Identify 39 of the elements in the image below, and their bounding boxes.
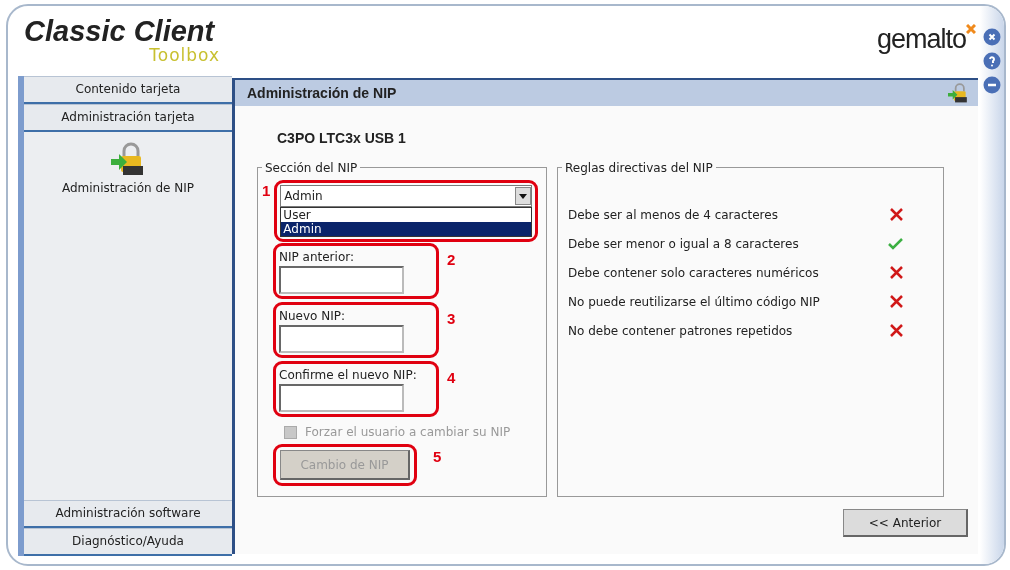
dropdown-option[interactable]: User	[281, 208, 532, 222]
field-label: Nuevo NIP:	[279, 308, 347, 325]
pin-input[interactable]	[279, 384, 404, 412]
device-name: C3PO LTC3x USB 1	[277, 129, 407, 148]
lock-icon	[948, 83, 968, 103]
rule-text: No puede reutilizarse el último código NIP	[568, 293, 820, 311]
annotation-number: 3	[447, 309, 456, 329]
checkbox-label: Forzar el usuario a cambiar su NIP	[305, 424, 511, 441]
annotation-number: 4	[447, 368, 456, 388]
sidebar-item[interactable]: Diagnóstico/Ayuda	[24, 528, 232, 556]
rule-text: No debe contener patrones repetidos	[568, 322, 793, 340]
minimize-icon[interactable]	[983, 76, 1001, 94]
field-label: NIP anterior:	[279, 249, 355, 266]
back-button[interactable]: << Anterior	[843, 509, 968, 537]
logo-title: Classic Client	[23, 16, 216, 46]
rule-text: Debe contener solo caracteres numéricos	[568, 264, 819, 282]
annotation-number: 2	[447, 250, 456, 270]
field-label: Confirme el nuevo NIP:	[279, 367, 418, 384]
brand-name: gemalto	[876, 24, 966, 54]
annotation-number: 5	[433, 447, 442, 467]
caret-icon	[515, 187, 532, 205]
sidebar-item[interactable]: Administración tarjeta	[24, 104, 232, 132]
pin-input[interactable]	[279, 266, 404, 294]
help-icon[interactable]	[983, 52, 1001, 70]
rule-text: Debe ser al menos de 4 caracteres	[568, 206, 778, 224]
pin-input[interactable]	[279, 325, 404, 353]
panel-title: Administración de NIP	[247, 83, 397, 103]
sidebar-item[interactable]: Administración software	[24, 500, 232, 528]
sidebar-item[interactable]: Contenido tarjeta	[24, 76, 232, 104]
role-dropdown[interactable]: Admin	[280, 185, 533, 207]
dropdown-value: Admin	[284, 188, 323, 205]
section-legend: Reglas directivas del NIP	[562, 159, 716, 177]
rule-text: Debe ser menor o igual a 8 caracteres	[568, 235, 799, 253]
close-icon[interactable]	[983, 28, 1001, 46]
dropdown-option[interactable]: Admin	[281, 222, 532, 236]
annotation-number: 1	[262, 181, 271, 201]
lock-icon	[111, 142, 145, 176]
sidebar-subitem[interactable]: Administración de NIP	[55, 178, 201, 198]
logo-subtitle: Toolbox	[148, 46, 221, 64]
